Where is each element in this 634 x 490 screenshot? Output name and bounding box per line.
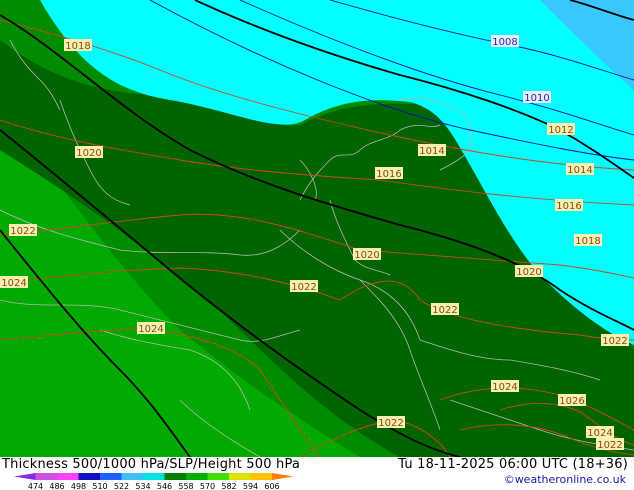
svg-text:1022: 1022 bbox=[597, 440, 622, 451]
isobar-label-1018: 1018 bbox=[574, 234, 602, 247]
isobar-label-1022: 1022 bbox=[596, 438, 624, 451]
svg-text:1008: 1008 bbox=[492, 37, 517, 48]
svg-text:1010: 1010 bbox=[524, 93, 549, 104]
svg-text:1024: 1024 bbox=[492, 382, 517, 393]
legend-tick-label: 474 bbox=[28, 482, 43, 490]
svg-text:1022: 1022 bbox=[602, 336, 627, 347]
svg-text:1020: 1020 bbox=[354, 250, 379, 261]
legend-tick-label: 558 bbox=[178, 482, 193, 490]
color-legend: 474 486 498 510 522 534 546 558 570 582 594 606 bbox=[14, 473, 294, 490]
legend-tick-label: 510 bbox=[92, 482, 107, 490]
svg-text:1020: 1020 bbox=[76, 148, 101, 159]
isobar-label-1024: 1024 bbox=[137, 322, 165, 335]
legend-swatch bbox=[100, 473, 122, 480]
legend-swatch bbox=[35, 473, 58, 480]
svg-text:1018: 1018 bbox=[65, 41, 90, 52]
legend-swatch bbox=[164, 473, 187, 480]
credit-link[interactable]: ©weatheronline.co.uk bbox=[504, 473, 626, 486]
legend-tick-label: 486 bbox=[49, 482, 64, 490]
svg-text:1016: 1016 bbox=[376, 169, 401, 180]
svg-text:1022: 1022 bbox=[378, 418, 403, 429]
isobar-label-1024: 1024 bbox=[491, 380, 519, 393]
legend-swatch bbox=[78, 473, 101, 480]
isobar-label-1022: 1022 bbox=[290, 280, 318, 293]
legend-swatch bbox=[143, 473, 165, 480]
legend-swatch bbox=[229, 473, 251, 480]
svg-text:1012: 1012 bbox=[548, 125, 573, 136]
isobar-label-1014: 1014 bbox=[418, 144, 446, 157]
map-title: Thickness 500/1000 hPa/SLP/Height 500 hP… bbox=[2, 457, 301, 472]
legend-tick-label: 570 bbox=[200, 482, 215, 490]
svg-text:1022: 1022 bbox=[432, 305, 457, 316]
legend-tick-label: 606 bbox=[264, 482, 279, 490]
isobar-label-1022: 1022 bbox=[601, 334, 629, 347]
isobar-label-1014: 1014 bbox=[566, 163, 594, 176]
footer: Thickness 500/1000 hPa/SLP/Height 500 hP… bbox=[0, 457, 634, 490]
legend-swatch bbox=[207, 473, 230, 480]
weather-map: 1018 1020 1022 1024 1024 1014 1016 1020 … bbox=[0, 0, 634, 458]
svg-text:1024: 1024 bbox=[587, 428, 612, 439]
isobar-label-1024: 1024 bbox=[586, 426, 614, 439]
legend-swatch bbox=[272, 473, 294, 480]
legend-tick-label: 582 bbox=[221, 482, 236, 490]
isobar-label-1020: 1020 bbox=[515, 265, 543, 278]
legend-tick-label: 546 bbox=[157, 482, 172, 490]
legend-tick-label: 498 bbox=[71, 482, 86, 490]
isobar-label-1024: 1024 bbox=[0, 276, 28, 289]
legend-tick-label: 534 bbox=[135, 482, 150, 490]
isobar-label-1020: 1020 bbox=[75, 146, 103, 159]
svg-text:1024: 1024 bbox=[1, 278, 26, 289]
legend-tick-label: 522 bbox=[114, 482, 129, 490]
legend-swatch bbox=[14, 473, 36, 480]
isobar-label-1016: 1016 bbox=[555, 199, 583, 212]
svg-text:1024: 1024 bbox=[138, 324, 163, 335]
isobar-label-1020: 1020 bbox=[353, 248, 381, 261]
isobar-label-1022: 1022 bbox=[9, 224, 37, 237]
svg-text:1014: 1014 bbox=[567, 165, 592, 176]
valid-time: Tu 18-11-2025 06:00 UTC (18+36) bbox=[398, 457, 628, 472]
svg-text:1020: 1020 bbox=[516, 267, 541, 278]
legend-swatch bbox=[250, 473, 273, 480]
thickness-label-1008: 1008 bbox=[491, 35, 519, 48]
svg-text:1022: 1022 bbox=[10, 226, 35, 237]
svg-text:1016: 1016 bbox=[556, 201, 581, 212]
svg-text:1018: 1018 bbox=[575, 236, 600, 247]
legend-swatch bbox=[186, 473, 208, 480]
legend-swatch bbox=[57, 473, 79, 480]
legend-tick-label: 594 bbox=[243, 482, 258, 490]
isobar-label-1022: 1022 bbox=[431, 303, 459, 316]
legend-swatch bbox=[121, 473, 144, 480]
isobar-label-1012: 1012 bbox=[547, 123, 575, 136]
isobar-label-1018: 1018 bbox=[64, 39, 92, 52]
svg-text:1022: 1022 bbox=[291, 282, 316, 293]
isobar-label-1026: 1026 bbox=[558, 394, 586, 407]
svg-text:1014: 1014 bbox=[419, 146, 444, 157]
thickness-label-1010: 1010 bbox=[523, 91, 551, 104]
isobar-label-1016: 1016 bbox=[375, 167, 403, 180]
isobar-label-1022: 1022 bbox=[377, 416, 405, 429]
svg-text:1026: 1026 bbox=[559, 396, 584, 407]
